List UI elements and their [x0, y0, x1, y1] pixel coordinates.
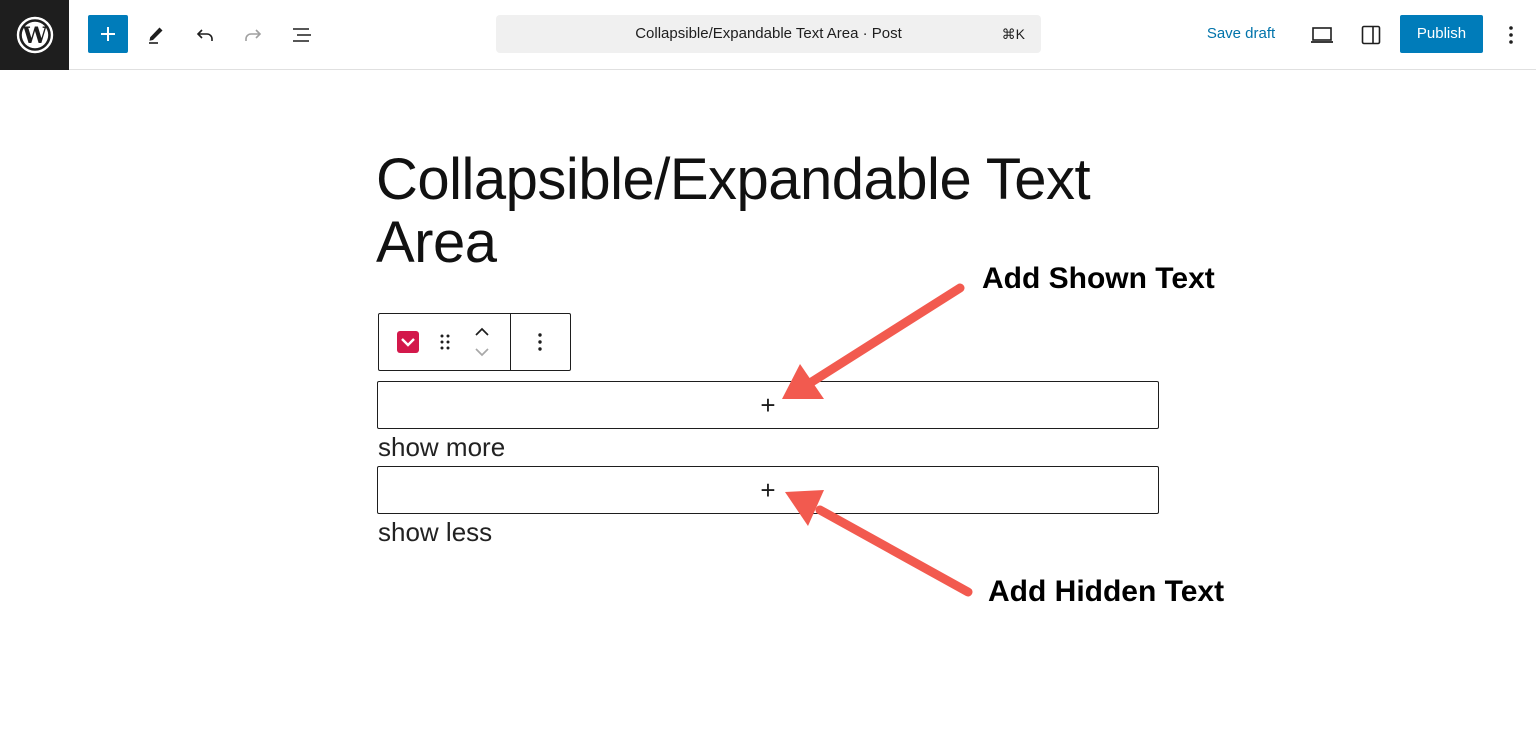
document-title: Collapsible/Expandable Text Area · Post: [635, 25, 902, 42]
drag-handle-icon: [440, 334, 450, 350]
preview-button[interactable]: [1302, 15, 1342, 55]
publish-button[interactable]: Publish: [1400, 15, 1483, 53]
save-draft-button[interactable]: Save draft: [1196, 15, 1286, 53]
document-overview-button[interactable]: [282, 15, 322, 55]
annotation-hidden-text: Add Hidden Text: [988, 575, 1225, 608]
drag-handle[interactable]: [435, 331, 455, 353]
annotation-shown-text: Add Shown Text: [982, 262, 1215, 295]
move-up-button[interactable]: [469, 322, 495, 342]
editor-header: W Collapsible/Expandable Text Area · Pos…: [0, 0, 1536, 70]
list-view-icon: [293, 28, 311, 42]
block-toolbar: [378, 313, 571, 371]
undo-icon: [196, 29, 213, 41]
wordpress-icon: W: [16, 16, 53, 54]
svg-text:W: W: [21, 23, 47, 49]
chevron-down-icon: [475, 348, 489, 357]
vertical-ellipsis-icon: [538, 333, 542, 351]
move-down-button[interactable]: [469, 343, 495, 361]
sidebar-icon: [1361, 25, 1381, 45]
post-title[interactable]: Collapsible/Expandable Text Area: [376, 148, 1176, 274]
toolbar-divider: [510, 314, 511, 370]
show-less-link[interactable]: show less: [378, 517, 492, 547]
add-block-button[interactable]: [88, 15, 128, 53]
plus-icon: +: [760, 390, 776, 420]
wordpress-logo-button[interactable]: W: [0, 0, 69, 70]
collapse-block-icon: [397, 331, 419, 353]
undo-button[interactable]: [185, 15, 225, 55]
block-options-button[interactable]: [525, 330, 555, 354]
annotation-arrows: [782, 283, 973, 597]
shortcut-hint: ⌘K: [1001, 26, 1025, 42]
block-type-button[interactable]: [395, 329, 421, 355]
redo-icon: [245, 29, 262, 41]
pencil-icon: [149, 27, 163, 44]
hidden-text-block-appender[interactable]: +: [377, 466, 1159, 514]
show-more-link[interactable]: show more: [378, 432, 505, 462]
command-palette-bar[interactable]: Collapsible/Expandable Text Area · Post …: [496, 15, 1041, 53]
plus-icon: [101, 27, 115, 41]
settings-sidebar-button[interactable]: [1351, 15, 1391, 55]
tools-button[interactable]: [136, 15, 176, 55]
plus-icon: +: [760, 475, 776, 505]
redo-button[interactable]: [233, 15, 273, 55]
desktop-preview-icon: [1311, 27, 1333, 43]
chevron-up-icon: [475, 327, 489, 336]
vertical-ellipsis-icon: [1509, 26, 1513, 44]
options-menu-button[interactable]: [1491, 15, 1531, 55]
shown-text-block-appender[interactable]: +: [377, 381, 1159, 429]
